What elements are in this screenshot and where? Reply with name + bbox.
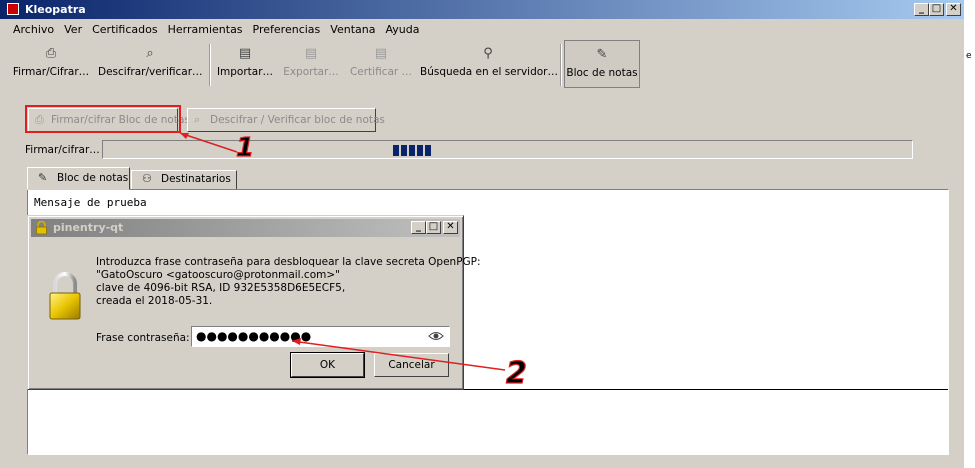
pencil-icon: ✎: [38, 171, 48, 184]
add-user-icon: ⚇: [142, 172, 152, 185]
cancel-button[interactable]: Cancelar: [374, 353, 449, 377]
menu-bar: Archivo Ver Certificados Herramientas Pr…: [8, 22, 424, 38]
editor-text: Mensaje de prueba: [34, 196, 147, 209]
notepad-button[interactable]: ✎ Bloc de notas: [564, 40, 640, 88]
menu-certificados[interactable]: Certificados: [87, 22, 163, 38]
ok-button[interactable]: OK: [290, 352, 365, 378]
dialog-message: Introduzca frase contraseña para desbloq…: [96, 256, 481, 307]
decrypt-verify-notepad-button[interactable]: ⌕ Descifrar / Verificar bloc de notas: [187, 108, 385, 132]
tab-recipients[interactable]: ⚇ Destinatarios: [131, 170, 237, 190]
lookup-server-button[interactable]: ⚲ Búsqueda en el servidor…: [420, 40, 558, 88]
window-title: Kleopatra: [25, 3, 86, 16]
progress-block: [401, 145, 407, 156]
decrypt-verify-button[interactable]: ⌕ Descifrar/verificar…: [98, 40, 203, 88]
window-controls: _ □ ✕: [914, 3, 961, 16]
dialog-title-bar[interactable]: pinentry-qt _ □ ✕: [31, 219, 460, 237]
background-text-fragment: e: [966, 51, 972, 61]
title-bar[interactable]: Kleopatra _ □ ✕: [0, 0, 964, 19]
import-button[interactable]: ▤ Importar…: [214, 40, 276, 88]
sign-encrypt-icon: ⎙: [45, 46, 57, 61]
dialog-window-controls: _ □ ✕: [411, 221, 458, 234]
decrypt-verify-icon: ⌕: [146, 46, 154, 61]
progress-block: [425, 145, 431, 156]
decrypt-icon: ⌕: [194, 113, 201, 126]
lock-small-icon: [36, 221, 47, 235]
progress-block: [409, 145, 415, 156]
menu-herramientas[interactable]: Herramientas: [163, 22, 248, 38]
dialog-title: pinentry-qt: [53, 221, 124, 234]
export-icon: ▤: [304, 46, 318, 61]
export-button[interactable]: ▤ Exportar…: [280, 40, 342, 88]
search-icon: ⚲: [483, 46, 493, 61]
dialog-minimize-button[interactable]: _: [411, 221, 426, 234]
toolbar-separator: [560, 44, 562, 86]
progress-label: Firmar/cifrar…: [25, 144, 100, 156]
progress-block: [393, 145, 399, 156]
maximize-button[interactable]: □: [929, 3, 944, 16]
toolbar: ⎙ Firmar/Cifrar… ⌕ Descifrar/verificar… …: [0, 40, 964, 90]
menu-archivo[interactable]: Archivo: [8, 22, 59, 38]
padlock-icon: [49, 272, 81, 320]
menu-ayuda[interactable]: Ayuda: [380, 22, 424, 38]
close-button[interactable]: ✕: [946, 3, 961, 16]
tab-notepad[interactable]: ✎ Bloc de notas: [27, 167, 130, 190]
menu-preferencias[interactable]: Preferencias: [248, 22, 326, 38]
progress-block: [417, 145, 423, 156]
passphrase-label: Frase contraseña:: [96, 332, 190, 344]
kleopatra-app-icon: [7, 3, 19, 15]
passphrase-value: ●●●●●●●●●●●: [196, 329, 312, 343]
menu-ventana[interactable]: Ventana: [325, 22, 380, 38]
sign-encrypt-button[interactable]: ⎙ Firmar/Cifrar…: [8, 40, 94, 88]
highlight-box: [25, 105, 181, 133]
import-icon: ▤: [238, 46, 252, 61]
pinentry-dialog: pinentry-qt _ □ ✕ Introduzca frase contr…: [27, 215, 481, 390]
eye-icon[interactable]: [428, 329, 444, 343]
dialog-maximize-button[interactable]: □: [426, 221, 441, 234]
background-strip: [964, 0, 975, 468]
dialog-close-button[interactable]: ✕: [443, 221, 458, 234]
progress-bar: [102, 140, 913, 159]
certify-icon: ▤: [374, 46, 388, 61]
certify-button[interactable]: ▤ Certificar …: [347, 40, 415, 88]
pencil-icon: ✎: [596, 47, 608, 62]
passphrase-input[interactable]: ●●●●●●●●●●●: [191, 326, 450, 347]
minimize-button[interactable]: _: [914, 3, 929, 16]
menu-ver[interactable]: Ver: [59, 22, 87, 38]
toolbar-separator: [209, 44, 211, 86]
